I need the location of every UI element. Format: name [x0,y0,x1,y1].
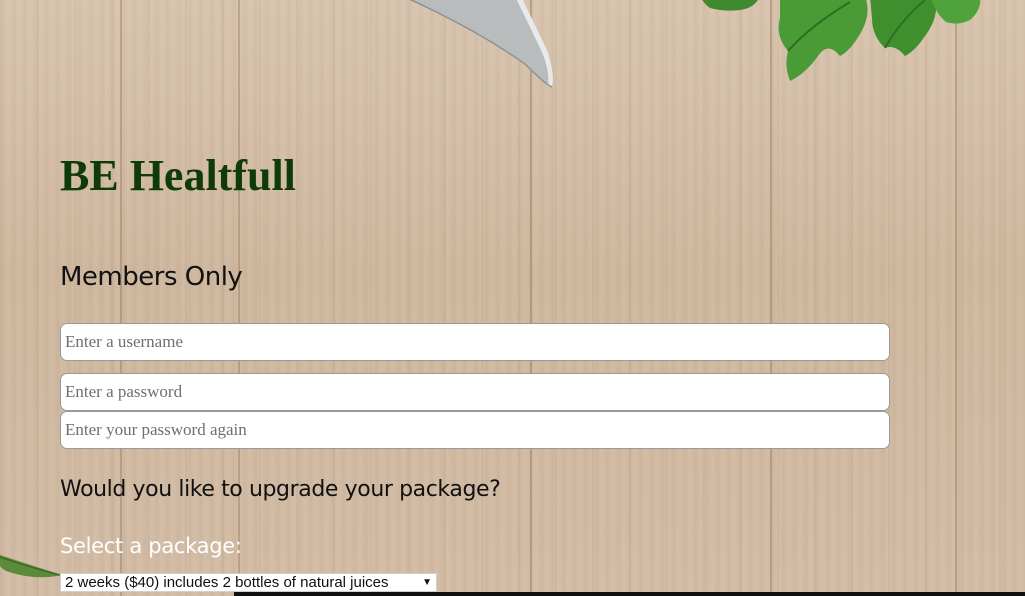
chevron-down-icon: ▼ [422,577,432,588]
knife-blade-icon [409,0,553,88]
brand-title: BE Healtfull [60,151,296,200]
package-select[interactable]: 2 weeks ($40) includes 2 bottles of natu… [60,573,437,592]
confirm-password-input[interactable] [60,411,890,449]
wood-grain-line [238,0,240,596]
package-select-value: 2 weeks ($40) includes 2 bottles of natu… [65,574,389,591]
bottom-edge-bar [234,592,1025,596]
select-package-label: Select a package: [60,534,242,558]
password-input[interactable] [60,373,890,411]
leaf-icon [0,554,62,578]
username-input[interactable] [60,323,890,361]
wood-grain-line [120,0,122,596]
members-only-heading: Members Only [60,262,243,292]
parsley-leaves-icon [702,0,981,81]
upgrade-question: Would you like to upgrade your package? [60,477,501,502]
